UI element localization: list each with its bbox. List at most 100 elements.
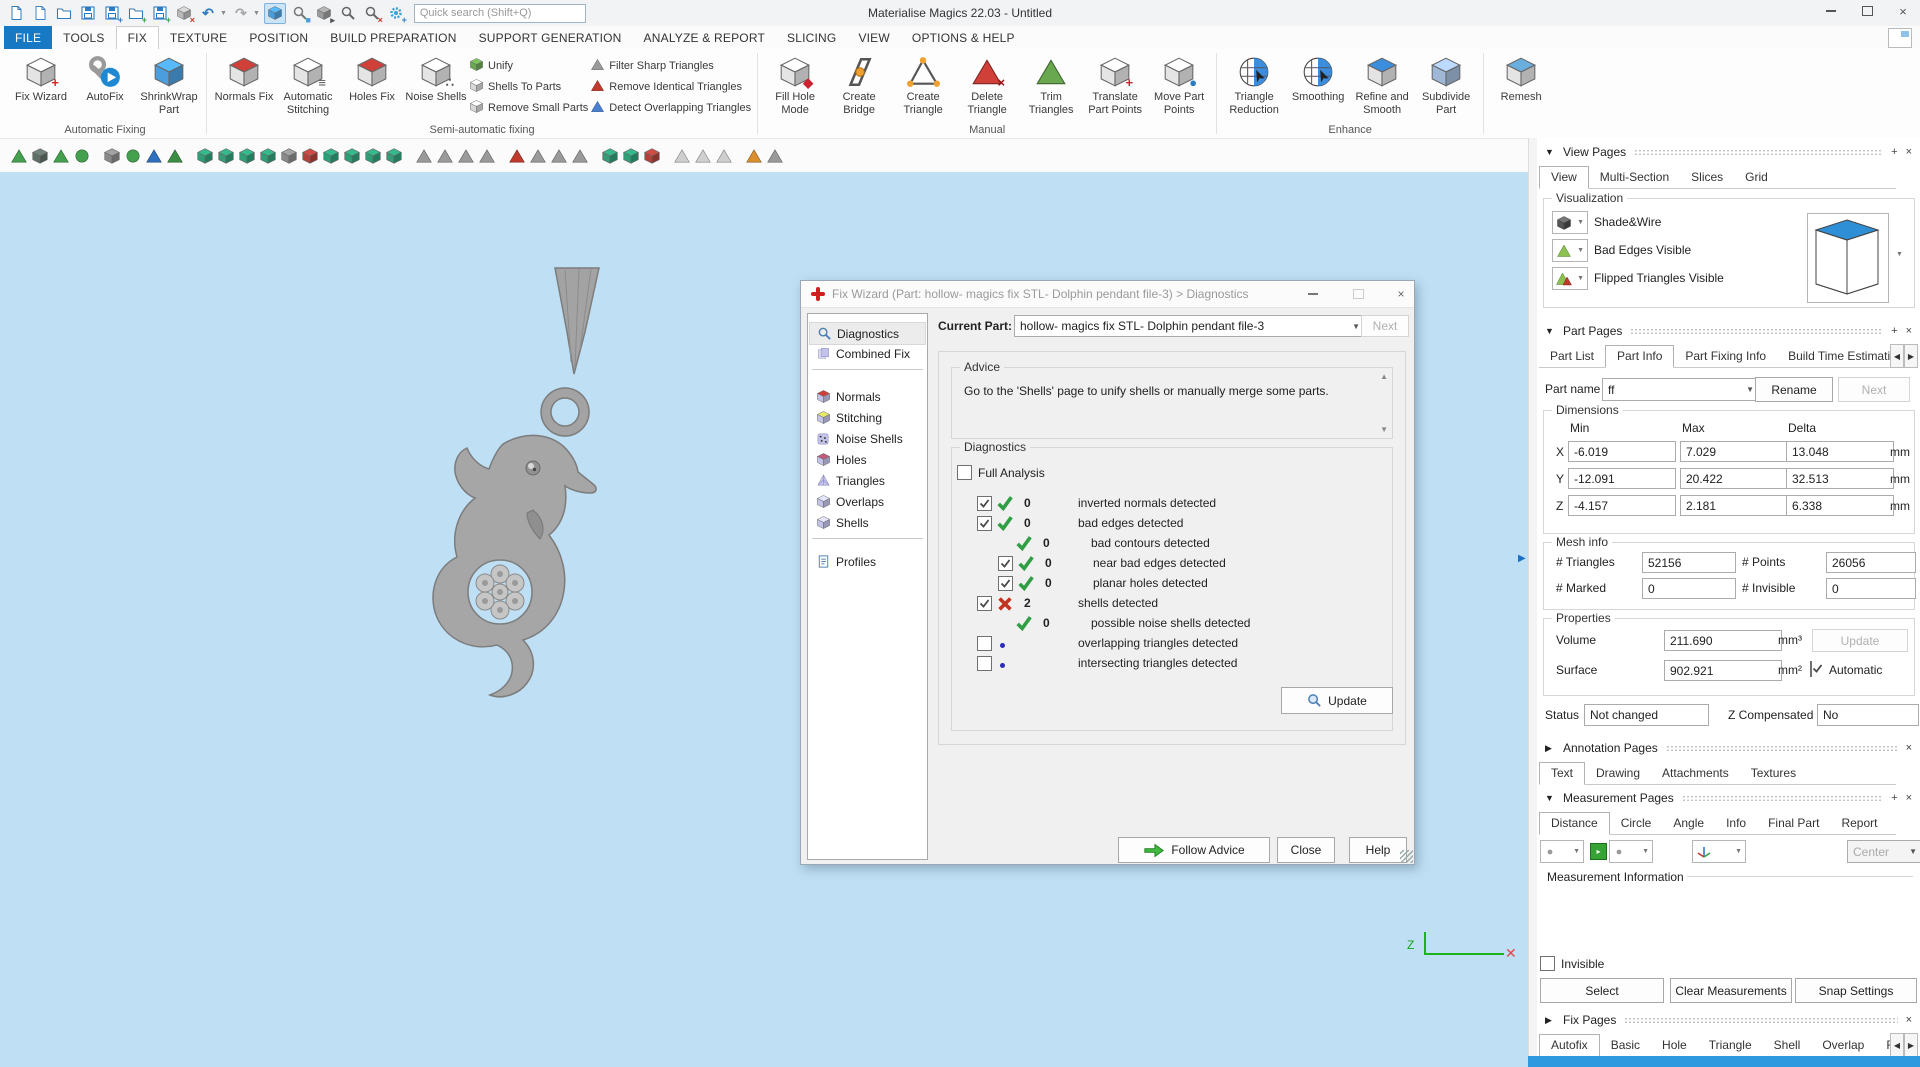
fix-nav-stitching[interactable]: Stitching — [809, 407, 926, 428]
menu-view[interactable]: VIEW — [847, 26, 900, 49]
view-tab-slices[interactable]: Slices — [1680, 167, 1734, 188]
follow-advice-button[interactable]: Follow Advice — [1118, 837, 1270, 863]
measurement-tab-info[interactable]: Info — [1715, 813, 1757, 834]
current-part-dropdown[interactable]: hollow- magics fix STL- Dolphin pendant … — [1014, 315, 1366, 337]
new-scene-icon[interactable] — [6, 4, 26, 23]
remesh-button[interactable]: Remesh — [1490, 52, 1552, 104]
diagnostic-checkbox[interactable] — [977, 636, 992, 651]
unify-button[interactable]: Unify — [469, 57, 588, 75]
fix-nav-diagnostics[interactable]: Diagnostics — [809, 322, 926, 345]
mesh-tool-icon-19[interactable] — [413, 145, 434, 166]
pin-icon[interactable]: + — [1891, 146, 1897, 158]
settings-gear-icon[interactable]: + — [386, 4, 406, 23]
mesh-tool-icon-28[interactable] — [620, 145, 641, 166]
close-button[interactable]: Close — [1277, 837, 1335, 863]
automatic-stitching-button[interactable]: ≡Automatic Stitching — [277, 52, 339, 117]
mesh-tool-icon-9[interactable] — [194, 145, 215, 166]
expand-icon[interactable]: ▶ — [1545, 743, 1555, 754]
dialog-close-button[interactable]: × — [1385, 281, 1417, 306]
menu-support-generation[interactable]: SUPPORT GENERATION — [468, 26, 633, 49]
snap-settings-button[interactable]: Snap Settings — [1795, 978, 1917, 1003]
center-mode-dropdown[interactable]: Center▼ — [1847, 840, 1920, 863]
measurement-tab-report[interactable]: Report — [1830, 813, 1888, 834]
shells-to-parts-button[interactable]: Shells To Parts — [469, 78, 588, 96]
annotation-tab-drawing[interactable]: Drawing — [1585, 763, 1651, 784]
measurement-pages-header[interactable]: ▼ Measurement Pages + × — [1537, 790, 1920, 806]
diagnostic-checkbox[interactable] — [977, 496, 992, 511]
dialog-next-button[interactable]: Next — [1361, 315, 1409, 337]
annotation-tab-text[interactable]: Text — [1539, 762, 1585, 785]
close-section-icon[interactable]: × — [1906, 792, 1912, 804]
zoom-part-icon[interactable]: ■ — [290, 4, 310, 23]
flipped-triangles-dropdown[interactable]: ▼ — [1552, 267, 1588, 290]
delete-triangle-button[interactable]: ×Delete Triangle — [956, 52, 1018, 117]
fix-tab-hole[interactable]: Hole — [1651, 1035, 1698, 1056]
measurement-tab-circle[interactable]: Circle — [1610, 813, 1663, 834]
tab-scroll-arrows[interactable]: ◀ ▶ — [1890, 1033, 1918, 1057]
export-part-icon[interactable]: + — [150, 4, 170, 23]
collapse-icon[interactable]: ▼ — [1545, 147, 1555, 157]
mesh-tool-icon-23[interactable] — [506, 145, 527, 166]
axis-mode-dropdown[interactable]: ▼ — [1692, 840, 1746, 863]
advice-scroll-down-icon[interactable]: ▼ — [1380, 425, 1388, 434]
mesh-tool-icon-17[interactable] — [362, 145, 383, 166]
mesh-tool-icon-11[interactable] — [236, 145, 257, 166]
save-as-icon[interactable]: + — [102, 4, 122, 23]
create-bridge-button[interactable]: Create Bridge — [828, 52, 890, 117]
diagnostic-checkbox[interactable] — [977, 516, 992, 531]
mesh-tool-icon-22[interactable] — [476, 145, 497, 166]
zoom-icon[interactable] — [338, 4, 358, 23]
remove-small-parts-button[interactable]: Remove Small Parts — [469, 99, 588, 117]
smoothing-button[interactable]: Smoothing — [1287, 52, 1349, 104]
close-section-icon[interactable]: × — [1906, 742, 1912, 754]
mesh-tool-icon-3[interactable] — [50, 145, 71, 166]
fix-tab-triangle[interactable]: Triangle — [1698, 1035, 1763, 1056]
fix-nav-combined-fix[interactable]: Combined Fix — [809, 343, 926, 364]
shrinkwrap-part-button[interactable]: ShrinkWrap Part — [138, 52, 200, 117]
fix-nav-holes[interactable]: Holes — [809, 449, 926, 470]
tab-scroll-left-icon[interactable]: ◀ — [1890, 344, 1904, 368]
mesh-tool-icon-26[interactable] — [569, 145, 590, 166]
close-section-icon[interactable]: × — [1906, 146, 1912, 158]
subdivide-part-button[interactable]: Subdivide Part — [1415, 52, 1477, 117]
diagnostic-checkbox[interactable] — [998, 576, 1013, 591]
tab-scroll-left-icon[interactable]: ◀ — [1890, 1033, 1904, 1057]
remove-identical-triangles-button[interactable]: Remove Identical Triangles — [590, 78, 751, 96]
translate-part-points-button[interactable]: +Translate Part Points — [1084, 52, 1146, 117]
fix-tab-autofix[interactable]: Autofix — [1539, 1034, 1600, 1057]
mesh-tool-icon-16[interactable] — [341, 145, 362, 166]
annotation-tab-attachments[interactable]: Attachments — [1651, 763, 1740, 784]
fix-nav-noise-shells[interactable]: Noise Shells — [809, 428, 926, 449]
menu-file[interactable]: FILE — [4, 26, 52, 49]
menu-options-help[interactable]: OPTIONS & HELP — [901, 26, 1026, 49]
view-tab-multi-section[interactable]: Multi-Section — [1589, 167, 1680, 188]
diagnostic-checkbox[interactable] — [977, 596, 992, 611]
collapse-icon[interactable]: ▼ — [1545, 793, 1555, 803]
volume-update-button[interactable]: Update — [1812, 629, 1908, 652]
triangle-reduction-button[interactable]: Triangle Reduction — [1223, 52, 1285, 117]
mesh-tool-icon-18[interactable] — [383, 145, 404, 166]
diagnostic-checkbox[interactable] — [998, 556, 1013, 571]
help-button[interactable]: Help — [1349, 837, 1407, 863]
open-file-icon[interactable] — [54, 4, 74, 23]
part-tab-part-fixing-info[interactable]: Part Fixing Info — [1674, 346, 1777, 367]
view-tab-view[interactable]: View — [1539, 166, 1589, 189]
close-section-icon[interactable]: × — [1906, 1014, 1912, 1026]
select-button[interactable]: Select — [1540, 978, 1664, 1003]
zoom-reset-icon[interactable]: × — [362, 4, 382, 23]
view-cube-preview[interactable] — [1807, 213, 1889, 303]
close-section-icon[interactable]: × — [1906, 325, 1912, 337]
measurement-tab-angle[interactable]: Angle — [1662, 813, 1715, 834]
pin-icon[interactable]: + — [1891, 325, 1897, 337]
collapse-icon[interactable]: ▼ — [1545, 326, 1555, 336]
point-mode-dropdown-2[interactable]: ▼ — [1609, 840, 1653, 863]
menu-position[interactable]: POSITION — [238, 26, 319, 49]
mesh-tool-icon-15[interactable] — [320, 145, 341, 166]
mesh-tool-icon-25[interactable] — [548, 145, 569, 166]
window-close-button[interactable]: × — [1892, 2, 1914, 20]
mesh-tool-icon-34[interactable] — [764, 145, 785, 166]
mesh-tool-icon-24[interactable] — [527, 145, 548, 166]
save-icon[interactable] — [78, 4, 98, 23]
point-mode-dropdown-1[interactable]: ▼ — [1540, 840, 1584, 863]
redo-icon[interactable]: ↷ — [231, 4, 251, 23]
